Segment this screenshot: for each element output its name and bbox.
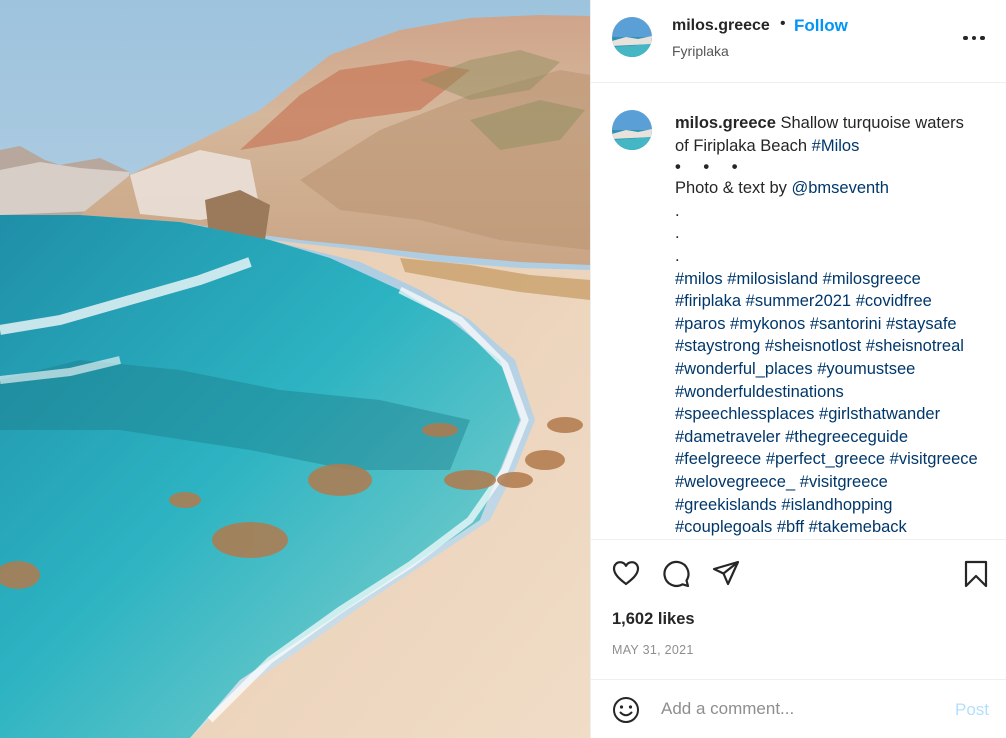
hashtag-link[interactable]: #takemeback xyxy=(809,518,907,536)
bookmark-icon[interactable] xyxy=(963,560,989,588)
follow-button[interactable]: Follow xyxy=(794,16,848,36)
comment-bar: Post xyxy=(591,679,1006,738)
hashtag-link[interactable]: #bff xyxy=(777,518,804,536)
hashtag-link[interactable]: #greekislands xyxy=(675,496,777,514)
comment-bubble-icon[interactable] xyxy=(662,560,690,588)
action-bar: 1,602 likes MAY 31, 2021 xyxy=(591,539,1006,679)
caption-period: . xyxy=(675,246,680,265)
hashtag-link[interactable]: #milos xyxy=(675,270,723,288)
heart-icon[interactable] xyxy=(612,560,640,586)
hashtag-link[interactable]: #youmustsee xyxy=(817,360,915,378)
hashtag-link[interactable]: #thegreeceguide xyxy=(785,428,908,446)
smiley-icon[interactable] xyxy=(612,696,640,729)
post-comment-button[interactable]: Post xyxy=(955,700,989,720)
hashtag-link[interactable]: #staystrong xyxy=(675,337,760,355)
avatar[interactable] xyxy=(612,110,652,150)
likes-count[interactable]: 1,602 likes xyxy=(612,610,695,629)
hashtag-link[interactable]: #paros xyxy=(675,315,725,333)
caption-dots: • • • xyxy=(675,158,747,177)
mention-link[interactable]: @bmseventh xyxy=(791,179,888,197)
hashtag-link[interactable]: #wonderfuldestinations xyxy=(675,383,844,401)
separator-dot: • xyxy=(780,15,786,32)
hashtag-link[interactable]: #couplegoals xyxy=(675,518,772,536)
hashtag-link[interactable]: #Milos xyxy=(812,137,860,155)
username[interactable]: milos.greece xyxy=(672,17,770,35)
caption-area[interactable]: milos.greece Shallow turquoise waters of… xyxy=(591,83,1006,539)
caption-line: of Firiplaka Beach xyxy=(675,136,812,155)
hashtag-link[interactable]: #santorini xyxy=(810,315,882,333)
hashtag-link[interactable]: #visitgreece xyxy=(890,450,978,468)
hashtag-list: #milos #milosisland #milosgreece #firipla… xyxy=(675,268,995,539)
hashtag-link[interactable]: #summer2021 xyxy=(746,292,851,310)
hashtag-link[interactable]: #visitgreece xyxy=(800,473,888,491)
hashtag-link[interactable]: #speechlessplaces xyxy=(675,405,814,423)
hashtag-link[interactable]: #firiplaka xyxy=(675,292,741,310)
hashtag-link[interactable]: #welovegreece_ xyxy=(675,473,795,491)
comment-input[interactable] xyxy=(661,696,941,722)
hashtag-link[interactable]: #islandhopping xyxy=(781,496,892,514)
hashtag-link[interactable]: #feelgreece xyxy=(675,450,761,468)
hashtag-link[interactable]: #girlsthatwander xyxy=(819,405,940,423)
caption-username[interactable]: milos.greece xyxy=(675,114,776,132)
caption-line: Shallow turquoise waters xyxy=(780,114,964,132)
location-link[interactable]: Fyriplaka xyxy=(672,43,729,59)
hashtag-link[interactable]: #mykonos xyxy=(730,315,805,333)
hashtag-link[interactable]: #milosisland xyxy=(727,270,818,288)
post-photo[interactable] xyxy=(0,0,590,738)
hashtag-link[interactable]: #sheisnotlost xyxy=(765,337,861,355)
credit-text: Photo & text by xyxy=(675,179,792,198)
hashtag-link[interactable]: #staysafe xyxy=(886,315,957,333)
hashtag-link[interactable]: #milosgreece xyxy=(823,270,921,288)
caption-period: . xyxy=(675,224,680,243)
hashtag-link[interactable]: #perfect_greece xyxy=(766,450,885,468)
hashtag-link[interactable]: #sheisnotreal xyxy=(866,337,964,355)
post-panel: milos.greece • Follow Fyriplaka milos.gr… xyxy=(590,0,1006,738)
hashtag-link[interactable]: #dametraveler xyxy=(675,428,780,446)
paper-plane-icon[interactable] xyxy=(712,560,740,586)
caption-text: milos.greece Shallow turquoise waters of… xyxy=(675,112,995,539)
post-header: milos.greece • Follow Fyriplaka xyxy=(591,0,1006,83)
hashtag-link[interactable]: #wonderful_places xyxy=(675,360,813,378)
avatar[interactable] xyxy=(612,17,652,57)
more-horizontal-icon[interactable] xyxy=(963,32,987,44)
hashtag-link[interactable]: #covidfree xyxy=(856,292,932,310)
post-date: MAY 31, 2021 xyxy=(612,643,694,657)
caption-period: . xyxy=(675,201,680,220)
